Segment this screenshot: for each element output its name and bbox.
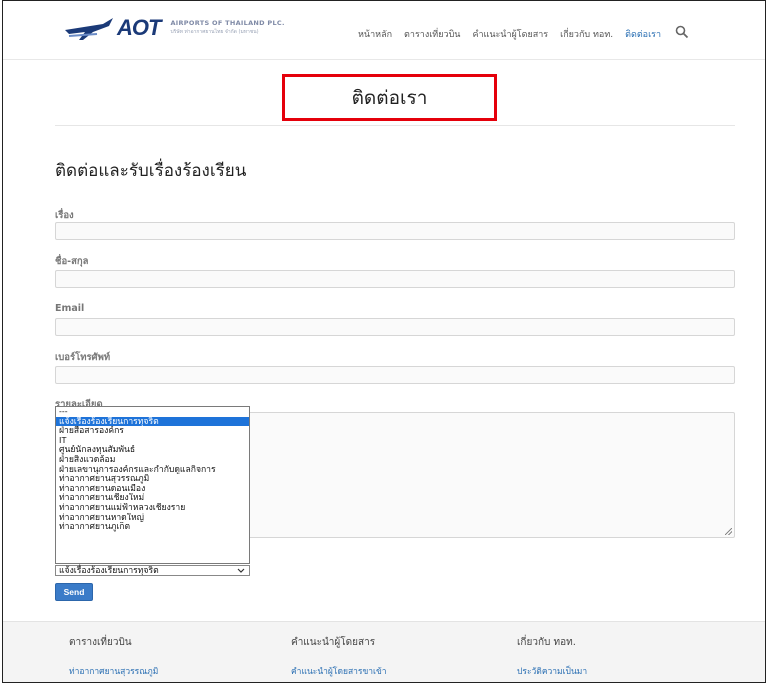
- department-dropdown-list[interactable]: --- แจ้งเรื่องร้องเรียนการทุจริต ฝ่ายสื่…: [55, 406, 250, 564]
- dropdown-option[interactable]: IT: [56, 436, 249, 446]
- browser-page: AOT AIRPORTS OF THAILAND PLC. บริษัท ท่า…: [2, 0, 766, 683]
- dropdown-option[interactable]: ท่าอากาศยานภูเก็ต: [56, 522, 249, 532]
- nav-passenger-guide[interactable]: คำแนะนำผู้โดยสาร: [472, 27, 548, 41]
- dropdown-option[interactable]: ท่าอากาศยานสุวรรณภูมิ: [56, 474, 249, 484]
- nav-contact[interactable]: ติดต่อเรา: [625, 27, 661, 41]
- phone-input[interactable]: [55, 366, 735, 384]
- footer-link[interactable]: ท่าอากาศยานสุวรรณภูมิ: [69, 664, 158, 678]
- footer-col-about: เกี่ยวกับ ทอท. ประวัติความเป็นมา: [517, 635, 587, 678]
- dropdown-option[interactable]: ฝ่ายสื่อสารองค์กร: [56, 426, 249, 436]
- site-header: AOT AIRPORTS OF THAILAND PLC. บริษัท ท่า…: [3, 1, 765, 61]
- dropdown-option[interactable]: ---: [56, 407, 249, 417]
- title-divider: [55, 125, 735, 126]
- dropdown-option[interactable]: ท่าอากาศยานเชียงใหม่: [56, 493, 249, 503]
- footer-col-flights: ตารางเที่ยวบิน ท่าอากาศยานสุวรรณภูมิ: [69, 635, 158, 678]
- section-title: ติดต่อและรับเรื่องร้องเรียน: [55, 161, 247, 181]
- main-nav: หน้าหลัก ตารางเที่ยวบิน คำแนะนำผู้โดยสาร…: [358, 25, 689, 41]
- nav-home[interactable]: หน้าหลัก: [358, 27, 392, 41]
- nav-flight-schedule[interactable]: ตารางเที่ยวบิน: [404, 27, 460, 41]
- header-divider: [3, 59, 765, 60]
- email-label: Email: [55, 303, 85, 314]
- logo-subtitle: AIRPORTS OF THAILAND PLC. บริษัท ท่าอากา…: [170, 19, 284, 37]
- email-input[interactable]: [55, 318, 735, 336]
- nav-about[interactable]: เกี่ยวกับ ทอท.: [560, 27, 613, 41]
- footer-link[interactable]: ประวัติความเป็นมา: [517, 664, 587, 678]
- logo-subtitle-th: บริษัท ท่าอากาศยานไทย จำกัด (มหาชน): [170, 29, 259, 35]
- phone-label: เบอร์โทรศัพท์: [55, 352, 111, 363]
- department-select[interactable]: แจ้งเรื่องร้องเรียนการทุจริต: [55, 565, 250, 576]
- name-label: ชื่อ-สกุล: [55, 256, 89, 267]
- logo-text: AOT: [117, 15, 161, 40]
- logo-subtitle-en: AIRPORTS OF THAILAND PLC.: [170, 19, 285, 27]
- select-value: แจ้งเรื่องร้องเรียนการทุจริต: [59, 565, 159, 575]
- chevron-down-icon: [237, 568, 245, 573]
- aot-logo[interactable]: AOT AIRPORTS OF THAILAND PLC. บริษัท ท่า…: [63, 13, 285, 43]
- dropdown-option[interactable]: ศูนย์นักลงทุนสัมพันธ์: [56, 445, 249, 455]
- footer-link[interactable]: คำแนะนำผู้โดยสารขาเข้า: [291, 664, 387, 678]
- site-footer: ตารางเที่ยวบิน ท่าอากาศยานสุวรรณภูมิ คำแ…: [3, 621, 765, 682]
- dropdown-option[interactable]: ฝ่ายเลขานุการองค์กรและกำกับดูแลกิจการ: [56, 465, 249, 475]
- subject-label: เรื่อง: [55, 210, 74, 221]
- footer-heading: ตารางเที่ยวบิน: [69, 637, 132, 648]
- dropdown-option-selected[interactable]: แจ้งเรื่องร้องเรียนการทุจริต: [56, 416, 249, 427]
- footer-heading: คำแนะนำผู้โดยสาร: [291, 637, 376, 648]
- footer-heading: เกี่ยวกับ ทอท.: [517, 637, 576, 648]
- dropdown-option[interactable]: ท่าอากาศยานแม่ฟ้าหลวงเชียงราย: [56, 503, 249, 513]
- name-input[interactable]: [55, 270, 735, 288]
- dropdown-option[interactable]: ฝ่ายสิ่งแวดล้อม: [56, 455, 249, 465]
- send-button[interactable]: Send: [55, 583, 93, 601]
- search-icon[interactable]: [675, 25, 689, 39]
- subject-input[interactable]: [55, 222, 735, 240]
- page-title: ติดต่อเรา: [282, 74, 497, 121]
- resize-handle-icon[interactable]: [725, 528, 732, 535]
- airplane-logo-icon: [65, 18, 113, 40]
- dropdown-option[interactable]: ท่าอากาศยานดอนเมือง: [56, 484, 249, 494]
- dropdown-option[interactable]: ท่าอากาศยานหาดใหญ่: [56, 513, 249, 523]
- footer-col-guide: คำแนะนำผู้โดยสาร คำแนะนำผู้โดยสารขาเข้า: [291, 635, 387, 678]
